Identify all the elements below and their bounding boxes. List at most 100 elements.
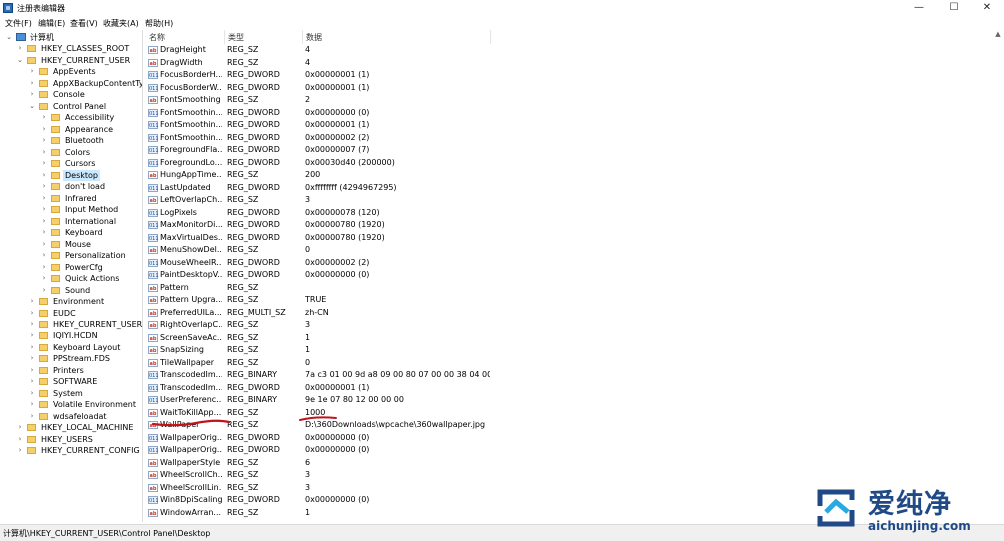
expand-arrow-icon[interactable]: › xyxy=(40,124,48,135)
collapse-arrow-icon[interactable]: ⌄ xyxy=(28,101,36,112)
expand-arrow-icon[interactable]: › xyxy=(28,89,36,100)
tree-node-hkcu-child[interactable]: › AppXBackupContentTy xyxy=(0,78,142,89)
tree-node-control-panel-child[interactable]: › Colors xyxy=(0,147,142,158)
registry-value-row[interactable]: ab WallpaperStyle REG_SZ 6 xyxy=(145,457,490,469)
registry-value-row[interactable]: ab WheelScrollLin... REG_SZ 3 xyxy=(145,482,490,494)
tree-node-control-panel-child[interactable]: › Keyboard xyxy=(0,227,142,238)
tree-node-hkcu-child[interactable]: › System xyxy=(0,388,142,399)
tree-node-hive[interactable]: › HKEY_LOCAL_MACHINE xyxy=(0,422,142,433)
expand-arrow-icon[interactable]: › xyxy=(28,388,36,399)
column-divider[interactable] xyxy=(224,30,225,44)
registry-value-row[interactable]: ab MenuShowDel... REG_SZ 0 xyxy=(145,244,490,256)
tree-node-control-panel-child[interactable]: › Bluetooth xyxy=(0,135,142,146)
expand-arrow-icon[interactable]: › xyxy=(40,193,48,204)
expand-arrow-icon[interactable]: › xyxy=(28,411,36,422)
column-header-name[interactable]: 名称 xyxy=(149,32,165,43)
registry-value-row[interactable]: 011 FocusBorderW... REG_DWORD 0x00000001 (1… xyxy=(145,82,490,94)
expand-arrow-icon[interactable]: › xyxy=(40,112,48,123)
tree-node-hkcu-child[interactable]: › wdsafeloadat xyxy=(0,411,142,422)
tree-node-control-panel-child[interactable]: › Mouse xyxy=(0,239,142,250)
collapse-arrow-icon[interactable]: ⌄ xyxy=(16,55,24,66)
collapse-arrow-icon[interactable]: ⌄ xyxy=(5,32,13,43)
maximize-button[interactable]: ☐ xyxy=(937,0,971,16)
tree-node-control-panel-child[interactable]: › Desktop xyxy=(0,169,142,181)
expand-arrow-icon[interactable]: › xyxy=(28,319,36,330)
tree-node-control-panel-child[interactable]: › don't load xyxy=(0,181,142,192)
tree-node-hkcu-child[interactable]: ⌄ Control Panel xyxy=(0,101,142,112)
expand-arrow-icon[interactable]: › xyxy=(40,170,48,181)
registry-value-row[interactable]: 011 FontSmoothin... REG_DWORD 0x00000001 (1… xyxy=(145,119,490,131)
expand-arrow-icon[interactable]: › xyxy=(28,342,36,353)
registry-value-row[interactable]: 011 FontSmoothin... REG_DWORD 0x00000000 (0… xyxy=(145,107,490,119)
expand-arrow-icon[interactable]: › xyxy=(16,434,24,445)
menu-edit[interactable]: 编辑(E) xyxy=(38,18,65,29)
tree-node-hkcu-child[interactable]: › IQIYI.HCDN xyxy=(0,330,142,341)
registry-value-row[interactable]: 011 TranscodedIm... REG_DWORD 0x00000001 (1… xyxy=(145,382,490,394)
expand-arrow-icon[interactable]: › xyxy=(40,204,48,215)
expand-arrow-icon[interactable]: › xyxy=(40,250,48,261)
registry-value-row[interactable]: ab WindowArran... REG_SZ 1 xyxy=(145,507,490,519)
expand-arrow-icon[interactable]: › xyxy=(40,262,48,273)
tree-node-hkcr[interactable]: › HKEY_CLASSES_ROOT xyxy=(0,43,142,54)
registry-value-row[interactable]: 011 MaxMonitorDi... REG_DWORD 0x00000780 (1… xyxy=(145,219,490,231)
tree-node-control-panel-child[interactable]: › International xyxy=(0,216,142,227)
tree-node-hkcu-child[interactable]: › Environment xyxy=(0,296,142,307)
registry-value-row[interactable]: ab DragWidth REG_SZ 4 xyxy=(145,57,490,69)
tree-node-hkcu-child[interactable]: › Keyboard Layout xyxy=(0,342,142,353)
tree-node-hkcu-child[interactable]: › Console xyxy=(0,89,142,100)
registry-value-row[interactable]: 011 Win8DpiScaling REG_DWORD 0x00000000 (0) xyxy=(145,494,490,506)
registry-value-row[interactable]: 011 MaxVirtualDes... REG_DWORD 0x00000780 (… xyxy=(145,232,490,244)
expand-arrow-icon[interactable]: › xyxy=(28,78,36,89)
registry-value-row[interactable]: 011 ForegroundFla... REG_DWORD 0x00000007 (… xyxy=(145,144,490,156)
tree-node-hkcu-child[interactable]: › SOFTWARE xyxy=(0,376,142,387)
expand-arrow-icon[interactable]: › xyxy=(28,376,36,387)
tree-node-control-panel-child[interactable]: › Quick Actions xyxy=(0,273,142,284)
scroll-up-arrow-icon[interactable]: ▲ xyxy=(992,30,1004,44)
menu-view[interactable]: 查看(V) xyxy=(70,18,98,29)
tree-node-control-panel-child[interactable]: › Appearance xyxy=(0,124,142,135)
column-divider[interactable] xyxy=(490,30,491,44)
tree-node-control-panel-child[interactable]: › PowerCfg xyxy=(0,262,142,273)
registry-value-row[interactable]: 011 LogPixels REG_DWORD 0x00000078 (120) xyxy=(145,207,490,219)
tree-node-hkcu-child[interactable]: › Printers xyxy=(0,365,142,376)
expand-arrow-icon[interactable]: › xyxy=(40,273,48,284)
expand-arrow-icon[interactable]: › xyxy=(28,365,36,376)
registry-value-row[interactable]: ab FontSmoothing REG_SZ 2 xyxy=(145,94,490,106)
registry-value-row[interactable]: ab HungAppTime... REG_SZ 200 xyxy=(145,169,490,181)
registry-value-row[interactable]: ab Pattern Upgra... REG_SZ TRUE xyxy=(145,294,490,306)
registry-value-row[interactable]: ab PreferredUILa... REG_MULTI_SZ zh-CN xyxy=(145,307,490,319)
registry-value-row[interactable]: ab ScreenSaveAc... REG_SZ 1 xyxy=(145,332,490,344)
registry-value-row[interactable]: ab SnapSizing REG_SZ 1 xyxy=(145,344,490,356)
expand-arrow-icon[interactable]: › xyxy=(28,353,36,364)
registry-value-row[interactable]: ab Pattern REG_SZ xyxy=(145,282,490,294)
expand-arrow-icon[interactable]: › xyxy=(40,285,48,296)
expand-arrow-icon[interactable]: › xyxy=(28,330,36,341)
expand-arrow-icon[interactable]: › xyxy=(28,399,36,410)
registry-value-row[interactable]: 011 FocusBorderH... REG_DWORD 0x00000001 (1… xyxy=(145,69,490,81)
expand-arrow-icon[interactable]: › xyxy=(40,216,48,227)
registry-value-row[interactable]: 011 WallpaperOrig... REG_DWORD 0x00000000 (… xyxy=(145,432,490,444)
tree-node-hkcu-child[interactable]: › PPStream.FDS xyxy=(0,353,142,364)
registry-value-row[interactable]: ab DragHeight REG_SZ 4 xyxy=(145,44,490,56)
tree-node-hive[interactable]: › HKEY_CURRENT_CONFIG xyxy=(0,445,142,456)
tree-node-control-panel-child[interactable]: › Personalization xyxy=(0,250,142,261)
column-header-type[interactable]: 类型 xyxy=(228,32,244,43)
registry-value-row[interactable]: ab WheelScrollCh... REG_SZ 3 xyxy=(145,469,490,481)
tree-node-control-panel-child[interactable]: › Input Method xyxy=(0,204,142,215)
registry-value-list[interactable]: 名称 类型 数据 ab DragHeight REG_SZ 4 ab DragWidth R… xyxy=(145,30,1004,522)
tree-node-control-panel-child[interactable]: › Accessibility xyxy=(0,112,142,123)
tree-node-computer[interactable]: ⌄ 计算机 xyxy=(0,32,142,43)
column-header-data[interactable]: 数据 xyxy=(306,32,322,43)
menu-file[interactable]: 文件(F) xyxy=(5,18,32,29)
expand-arrow-icon[interactable]: › xyxy=(40,181,48,192)
tree-node-hkcu-child[interactable]: › AppEvents xyxy=(0,66,142,77)
expand-arrow-icon[interactable]: › xyxy=(16,43,24,54)
registry-value-row[interactable]: ab TileWallpaper REG_SZ 0 xyxy=(145,357,490,369)
registry-value-row[interactable]: 011 ForegroundLo... REG_DWORD 0x00030d40 (2… xyxy=(145,157,490,169)
expand-arrow-icon[interactable]: › xyxy=(40,227,48,238)
tree-node-hive[interactable]: › HKEY_USERS xyxy=(0,434,142,445)
tree-node-hkcu-child[interactable]: › Volatile Environment xyxy=(0,399,142,410)
expand-arrow-icon[interactable]: › xyxy=(16,422,24,433)
menu-favorites[interactable]: 收藏夹(A) xyxy=(103,18,139,29)
registry-value-row[interactable]: 011 UserPreferenc... REG_BINARY 9e 1e 07 80… xyxy=(145,394,490,406)
